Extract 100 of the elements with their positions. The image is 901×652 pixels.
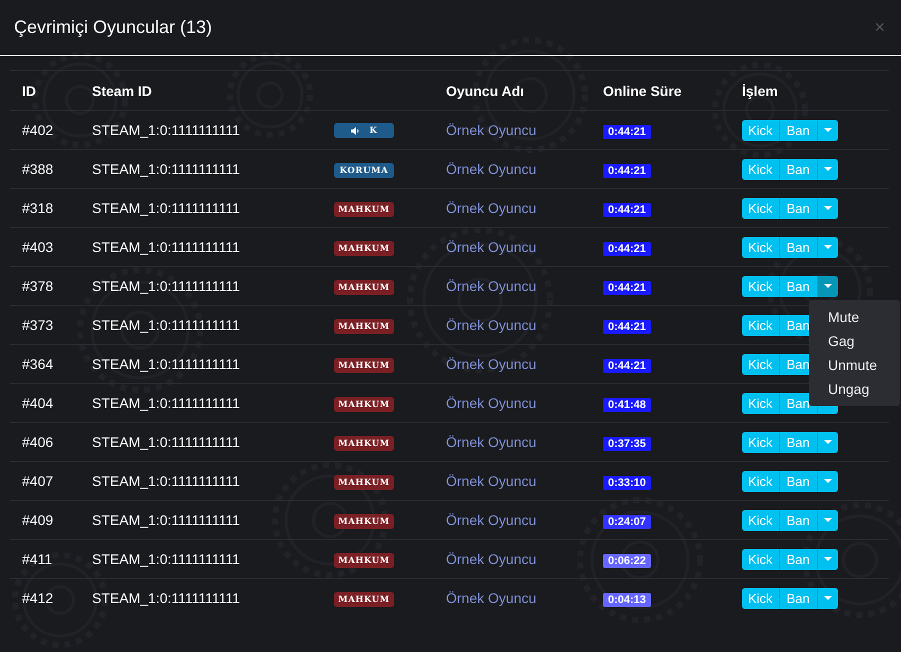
kick-button[interactable]: Kick [742, 510, 780, 530]
kick-button[interactable]: Kick [742, 354, 780, 374]
online-time-badge: 0:44:21 [603, 202, 651, 216]
player-name: Örnek Oyuncu [446, 200, 536, 216]
caret-icon [824, 479, 832, 483]
steam-id: STEAM_1:0:1111111111 [92, 278, 240, 294]
steam-id: STEAM_1:0:1111111111 [92, 473, 240, 489]
column-header: Oyuncu Adı [446, 82, 524, 98]
player-id: #378 [22, 278, 54, 294]
ban-button[interactable]: Ban [780, 432, 818, 452]
prisoner-tag: MAHKUM [334, 319, 394, 334]
prisoner-tag: MAHKUM [334, 241, 394, 256]
ban-button[interactable]: Ban [780, 470, 818, 492]
online-time-badge: 0:44:21 [603, 280, 651, 294]
dropdown-button[interactable] [818, 120, 838, 140]
player-id: #411 [22, 551, 52, 567]
dropdown-button[interactable] [818, 276, 838, 296]
column-header: İşlem [742, 82, 778, 98]
prisoner-tag: MAHKUM [334, 475, 394, 490]
steam-id: STEAM_1:0:1111111111 [92, 395, 240, 411]
steam-id: STEAM_1:0:1111111111 [92, 356, 240, 372]
online-time-badge: 0:44:21 [603, 358, 651, 372]
player-name: Örnek Oyuncu [446, 590, 536, 606]
prisoner-tag: MAHKUM [334, 397, 394, 412]
caret-icon [824, 518, 832, 522]
player-id: #402 [22, 122, 54, 138]
caret-icon [824, 206, 832, 210]
kick-button[interactable]: Kick [742, 314, 780, 336]
ban-button[interactable]: Ban [780, 236, 818, 258]
speaker-icon [350, 126, 360, 135]
player-name: Örnek Oyuncu [446, 122, 536, 138]
online-time-badge: 0:33:10 [603, 476, 651, 490]
player-id: #412 [22, 590, 54, 606]
online-time-badge: 0:41:48 [603, 398, 651, 412]
kick-button[interactable]: Kick [742, 120, 780, 140]
column-header: Steam ID [92, 82, 152, 98]
player-name: Örnek Oyuncu [446, 317, 536, 333]
player-id: #318 [22, 200, 54, 216]
prisoner-tag: MAHKUM [334, 592, 394, 608]
kick-button[interactable]: Kick [742, 236, 780, 258]
steam-id: STEAM_1:0:1111111111 [92, 200, 240, 216]
ban-button[interactable]: Ban [780, 276, 818, 296]
kick-button[interactable]: Kick [742, 548, 780, 570]
dropdown-button[interactable] [818, 588, 838, 608]
ban-button[interactable]: Ban [780, 158, 818, 180]
prisoner-tag: MAHKUM [334, 202, 394, 218]
dropdown-button[interactable] [818, 158, 838, 180]
close-button[interactable]: × [874, 17, 885, 38]
prisoner-tag: MAHKUM [334, 553, 394, 568]
online-time-badge: 0:44:21 [603, 242, 651, 256]
kick-button[interactable]: Kick [742, 392, 780, 414]
prisoner-tag: MAHKUM [334, 514, 394, 530]
dropdown-button[interactable] [818, 198, 838, 218]
ban-button[interactable]: Ban [780, 588, 818, 608]
ban-button[interactable]: Ban [780, 548, 818, 570]
kick-button[interactable]: Kick [742, 588, 780, 608]
muted-tag: K [334, 123, 394, 138]
player-id: #373 [22, 317, 54, 333]
dropdown-button[interactable] [818, 510, 838, 530]
kick-button[interactable]: Kick [742, 432, 780, 452]
caret-icon [824, 557, 832, 561]
prisoner-tag: MAHKUM [334, 280, 394, 296]
online-time-badge: 0:37:35 [603, 436, 651, 450]
player-id: #406 [22, 434, 54, 450]
column-header: ID [22, 82, 36, 98]
modal-title: Çevrimiçi Oyuncular (13) [14, 17, 212, 38]
prisoner-tag: MAHKUM [334, 358, 394, 374]
dropdown-button[interactable] [818, 548, 838, 570]
online-time-badge: 0:06:22 [603, 554, 651, 568]
ban-button[interactable]: Ban [780, 198, 818, 218]
player-name: Örnek Oyuncu [446, 239, 536, 255]
player-name: Örnek Oyuncu [446, 512, 536, 528]
steam-id: STEAM_1:0:1111111111 [92, 512, 240, 528]
steam-id: STEAM_1:0:1111111111 [92, 590, 240, 606]
kick-button[interactable]: Kick [742, 276, 780, 296]
column-header: Online Süre [603, 82, 682, 98]
online-time-badge: 0:44:21 [603, 320, 651, 334]
dropdown-button[interactable] [818, 470, 838, 492]
player-name: Örnek Oyuncu [446, 356, 536, 372]
kick-button[interactable]: Kick [742, 470, 780, 492]
player-id: #404 [22, 395, 54, 411]
player-name: Örnek Oyuncu [446, 551, 536, 567]
kick-button[interactable]: Kick [742, 158, 780, 180]
ban-button[interactable]: Ban [780, 510, 818, 530]
player-id: #407 [22, 473, 54, 489]
dropdown-button[interactable] [818, 432, 838, 452]
steam-id: STEAM_1:0:1111111111 [92, 434, 240, 450]
online-time-badge: 0:44:21 [603, 124, 651, 138]
caret-icon [824, 245, 832, 249]
player-id: #403 [22, 239, 54, 255]
player-name: Örnek Oyuncu [446, 473, 536, 489]
caret-icon [824, 167, 832, 171]
steam-id: STEAM_1:0:1111111111 [92, 122, 240, 138]
steam-id: STEAM_1:0:1111111111 [92, 161, 240, 177]
dropdown-button[interactable] [818, 236, 838, 258]
kick-button[interactable]: Kick [742, 198, 780, 218]
steam-id: STEAM_1:0:1111111111 [92, 239, 240, 255]
caret-icon [824, 440, 832, 444]
online-time-badge: 0:04:13 [603, 592, 651, 606]
ban-button[interactable]: Ban [780, 120, 818, 140]
